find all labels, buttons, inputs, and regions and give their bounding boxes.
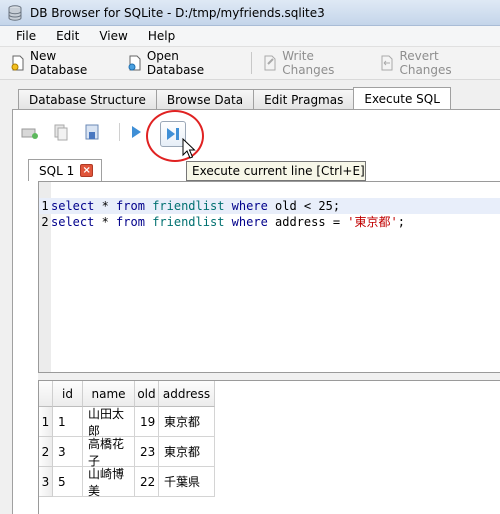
execute-all-icon[interactable] xyxy=(126,122,146,142)
line-number: 1 xyxy=(41,199,49,213)
cell-old[interactable]: 19 xyxy=(135,407,159,437)
keyword: where xyxy=(231,215,268,229)
tab-sql-1[interactable]: SQL 1 × xyxy=(28,159,103,181)
column-header-name[interactable]: name xyxy=(83,381,135,407)
menu-view[interactable]: View xyxy=(89,29,137,43)
new-database-button[interactable]: New Database xyxy=(6,49,121,77)
cell-id[interactable]: 1 xyxy=(53,407,83,437)
table-name: friendlist xyxy=(152,199,225,213)
cell-name[interactable]: 山田太郎 xyxy=(83,407,135,438)
table-row[interactable]: 3 5 山崎博美 22 千葉県 xyxy=(39,467,500,498)
revert-changes-icon xyxy=(379,55,395,71)
title-bar: DB Browser for SQLite - D:/tmp/myfriends… xyxy=(0,0,500,26)
code-text: address = xyxy=(267,215,348,229)
code-text: * xyxy=(94,215,117,229)
tab-edit-pragmas[interactable]: Edit Pragmas xyxy=(253,89,355,109)
write-changes-label: Write Changes xyxy=(282,49,335,77)
open-database-icon xyxy=(127,55,143,71)
open-sql-file-icon[interactable] xyxy=(51,122,71,142)
keyword: select xyxy=(51,199,95,213)
cell-old[interactable]: 22 xyxy=(135,467,159,497)
code-text: old < 25; xyxy=(267,199,341,213)
cell-address[interactable]: 千葉県 xyxy=(159,467,215,497)
grid-header: id name old address xyxy=(39,381,500,407)
revert-changes-label: Revert Changes xyxy=(399,49,452,77)
open-database-label: Open Database xyxy=(146,49,205,77)
cell-name[interactable]: 山崎博美 xyxy=(83,467,135,498)
row-number[interactable]: 3 xyxy=(39,467,53,497)
open-database-button[interactable]: Open Database xyxy=(123,49,243,77)
toolbar-separator xyxy=(251,52,253,74)
keyword: where xyxy=(231,199,268,213)
tab-database-structure[interactable]: Database Structure xyxy=(18,89,157,109)
new-database-label: New Database xyxy=(30,49,88,77)
cell-old[interactable]: 23 xyxy=(135,437,159,467)
table-row[interactable]: 2 3 高橋花子 23 東京都 xyxy=(39,437,500,468)
window-title: DB Browser for SQLite - D:/tmp/myfriends… xyxy=(30,5,325,20)
new-database-icon xyxy=(10,55,26,71)
row-number[interactable]: 2 xyxy=(39,437,53,467)
mouse-cursor-icon xyxy=(182,137,196,160)
main-toolbar: New Database Open Database Write Changes… xyxy=(0,46,500,80)
open-tab-icon[interactable] xyxy=(20,122,40,142)
corner-header[interactable] xyxy=(39,381,53,407)
main-tabs: Database Structure Browse Data Edit Prag… xyxy=(18,87,451,109)
column-header-old[interactable]: old xyxy=(135,381,159,407)
column-header-id[interactable]: id xyxy=(53,381,83,407)
sql-toolbar xyxy=(20,118,157,146)
keyword: from xyxy=(116,199,145,213)
table-name: friendlist xyxy=(152,215,225,229)
sql-toolbar-separator xyxy=(119,123,120,141)
tab-browse-data[interactable]: Browse Data xyxy=(155,89,255,109)
menu-help[interactable]: Help xyxy=(138,29,185,43)
cell-id[interactable]: 3 xyxy=(53,437,83,467)
sql-editor-tabs: SQL 1 × xyxy=(28,159,103,181)
cell-address[interactable]: 東京都 xyxy=(159,407,215,437)
close-icon[interactable]: × xyxy=(80,164,94,177)
sql-tab-label: SQL 1 xyxy=(39,163,75,178)
row-number[interactable]: 1 xyxy=(39,407,53,437)
cell-name[interactable]: 高橋花子 xyxy=(83,437,135,468)
line-number: 2 xyxy=(41,215,49,229)
code-line[interactable]: 2 select * from friendlist where address … xyxy=(39,214,500,230)
menu-bar: File Edit View Help xyxy=(0,26,500,46)
menu-edit[interactable]: Edit xyxy=(46,29,89,43)
tooltip: Execute current line [Ctrl+E] xyxy=(186,161,366,181)
save-sql-file-icon[interactable] xyxy=(82,122,102,142)
string-literal: '東京都' xyxy=(347,215,398,229)
write-changes-button[interactable]: Write Changes xyxy=(258,49,373,77)
splitter-handle[interactable] xyxy=(38,373,500,380)
sql-editor[interactable]: 1 select * from friendlist where old < 25… xyxy=(38,181,500,373)
tab-execute-sql[interactable]: Execute SQL xyxy=(353,87,451,109)
keyword: select xyxy=(51,215,95,229)
column-header-address[interactable]: address xyxy=(159,381,215,407)
cell-id[interactable]: 5 xyxy=(53,467,83,497)
code-line[interactable]: 1 select * from friendlist where old < 25… xyxy=(39,198,500,214)
keyword: from xyxy=(116,215,145,229)
results-grid: id name old address 1 1 山田太郎 19 東京都 2 3 … xyxy=(38,380,500,514)
database-app-icon xyxy=(8,4,22,21)
code-text: ; xyxy=(397,215,405,229)
code-text: * xyxy=(94,199,117,213)
table-row[interactable]: 1 1 山田太郎 19 東京都 xyxy=(39,407,500,438)
menu-file[interactable]: File xyxy=(6,29,46,43)
revert-changes-button[interactable]: Revert Changes xyxy=(375,49,498,77)
cell-address[interactable]: 東京都 xyxy=(159,437,215,467)
write-changes-icon xyxy=(262,55,278,71)
